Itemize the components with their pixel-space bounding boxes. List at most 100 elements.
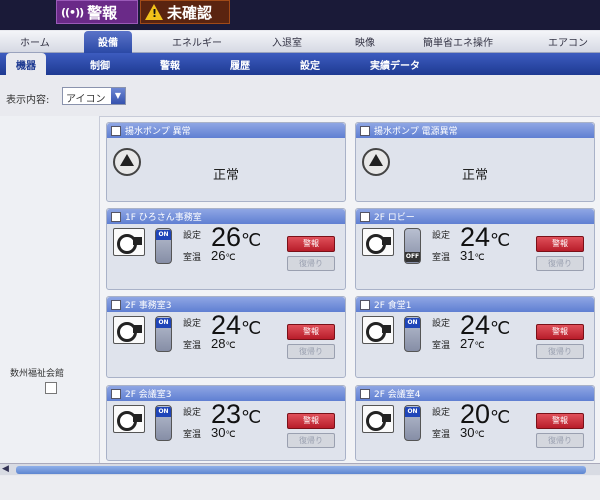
onoff-switch[interactable]: OFF: [404, 228, 421, 264]
pump-status: 正常: [461, 168, 488, 183]
ac-panel: 2F 食堂1 ON 設定 室温 24℃ 27℃ 警報 復帰り: [355, 296, 595, 378]
ac-panel: 2F ロビー OFF 設定 室温 24℃ 31℃ 警報 復帰り: [355, 208, 595, 290]
room-temp-label: 室温: [183, 341, 202, 351]
subtab-performance-data[interactable]: 実績データ: [370, 57, 420, 72]
restore-button[interactable]: 復帰り: [287, 433, 335, 448]
warning-icon: [145, 4, 163, 20]
panel-title: 1F ひろさん事務室: [125, 213, 202, 223]
onoff-switch[interactable]: ON: [155, 405, 172, 441]
tab-video[interactable]: 映像: [355, 34, 375, 49]
tab-energy-saving[interactable]: 簡単省エネ操作: [423, 34, 493, 49]
restore-button[interactable]: 復帰り: [536, 344, 584, 359]
subtab-devices[interactable]: 機器: [6, 53, 46, 75]
alarm-indicator-button[interactable]: 警報: [287, 413, 335, 429]
scrollbar-thumb[interactable]: [16, 466, 586, 474]
tab-energy[interactable]: エネルギー: [172, 34, 222, 49]
room-temp-value: 26℃: [211, 248, 236, 263]
ac-panel: 1F ひろさん事務室 ON 設定 室温 26℃ 26℃ 警報 復帰り: [106, 208, 346, 290]
horizontal-scrollbar[interactable]: ◀: [0, 463, 600, 475]
panel-checkbox[interactable]: [360, 125, 370, 136]
panel-checkbox[interactable]: [360, 211, 370, 222]
display-mode-label: 表示内容:: [6, 95, 50, 106]
alarm-label: 警報: [87, 3, 118, 22]
group-column: [0, 116, 100, 464]
restore-button[interactable]: 復帰り: [287, 344, 335, 359]
subtab-settings[interactable]: 設定: [300, 57, 320, 72]
fan-icon[interactable]: [113, 316, 145, 344]
unacknowledged-label: 未確認: [167, 3, 213, 22]
setpoint-label: 設定: [432, 231, 451, 241]
fan-icon[interactable]: [113, 228, 145, 256]
tab-access[interactable]: 入退室: [272, 34, 302, 49]
onoff-switch[interactable]: ON: [155, 228, 172, 264]
main-tab-bar: ホーム 設備 エネルギー 入退室 映像 簡単省エネ操作 エアコン: [0, 31, 600, 53]
panel-title: 2F 食堂1: [374, 301, 412, 311]
unacknowledged-button[interactable]: 未確認: [140, 0, 230, 24]
chevron-down-icon[interactable]: ▼: [111, 88, 125, 104]
tab-equipment[interactable]: 設備: [84, 31, 132, 53]
panel-checkbox[interactable]: [111, 125, 121, 136]
subtab-history[interactable]: 履歴: [230, 57, 250, 72]
alarm-indicator-button[interactable]: 警報: [536, 236, 584, 252]
alarm-wave-icon: ((•)): [61, 5, 84, 19]
setpoint-label: 設定: [183, 319, 202, 329]
panel-title: 揚水ポンプ 異常: [125, 127, 191, 137]
restore-button[interactable]: 復帰り: [536, 256, 584, 271]
panel-title: 2F ロビー: [374, 213, 415, 223]
panel-title: 揚水ポンプ 電源異常: [374, 127, 458, 137]
ac-panel: 2F 会議室4 ON 設定 室温 20℃ 30℃ 警報 復帰り: [355, 385, 595, 461]
footer: [0, 476, 600, 500]
room-temp-label: 室温: [183, 253, 202, 263]
panel-checkbox[interactable]: [111, 211, 121, 222]
restore-button[interactable]: 復帰り: [287, 256, 335, 271]
panel-header: 揚水ポンプ 異常: [107, 123, 345, 138]
subtab-control[interactable]: 制御: [90, 57, 110, 72]
panel-checkbox[interactable]: [360, 299, 370, 310]
room-temp-value: 27℃: [460, 336, 485, 351]
pump-panel: 揚水ポンプ 電源異常 正常: [355, 122, 595, 202]
onoff-switch[interactable]: ON: [404, 316, 421, 352]
alarm-button[interactable]: ((•)) 警報: [56, 0, 138, 24]
alarm-indicator-button[interactable]: 警報: [287, 236, 335, 252]
panel-checkbox[interactable]: [111, 299, 121, 310]
room-temp-value: 28℃: [211, 336, 236, 351]
restore-button[interactable]: 復帰り: [536, 433, 584, 448]
room-temp-label: 室温: [432, 430, 451, 440]
ac-panel: 2F 事務室3 ON 設定 室温 24℃ 28℃ 警報 復帰り: [106, 296, 346, 378]
room-temp-value: 30℃: [211, 425, 236, 440]
onoff-switch[interactable]: ON: [155, 316, 172, 352]
setpoint-label: 設定: [432, 319, 451, 329]
panel-title: 2F 事務室3: [125, 301, 172, 311]
onoff-switch[interactable]: ON: [404, 405, 421, 441]
setpoint-label: 設定: [183, 408, 202, 418]
group-checkbox[interactable]: [45, 382, 57, 394]
fan-icon[interactable]: [362, 228, 394, 256]
panel-checkbox[interactable]: [111, 388, 121, 399]
fan-icon[interactable]: [113, 405, 145, 433]
alarm-indicator-button[interactable]: 警報: [536, 413, 584, 429]
alarm-bar: ((•)) 警報 未確認: [0, 0, 600, 30]
pump-panel: 揚水ポンプ 異常 正常: [106, 122, 346, 202]
sub-tab-bar: 機器 制御 警報 履歴 設定 実績データ: [0, 53, 600, 75]
setpoint-label: 設定: [183, 231, 202, 241]
display-mode-select[interactable]: アイコン ▼: [62, 87, 126, 105]
tab-home[interactable]: ホーム: [20, 34, 50, 49]
panel-title: 2F 会議室3: [125, 390, 172, 400]
ac-panel: 2F 会議室3 ON 設定 室温 23℃ 30℃ 警報 復帰り: [106, 385, 346, 461]
panel-checkbox[interactable]: [360, 388, 370, 399]
room-temp-label: 室温: [432, 253, 451, 263]
fan-icon[interactable]: [362, 405, 394, 433]
alarm-indicator-button[interactable]: 警報: [287, 324, 335, 340]
room-temp-value: 31℃: [460, 248, 485, 263]
alarm-indicator-button[interactable]: 警報: [536, 324, 584, 340]
subtab-alarm[interactable]: 警報: [160, 57, 180, 72]
room-temp-label: 室温: [432, 341, 451, 351]
group-label: 数州福祉会館: [10, 369, 65, 379]
display-mode-value: アイコン: [66, 94, 106, 105]
room-temp-value: 30℃: [460, 425, 485, 440]
pump-status: 正常: [212, 168, 239, 183]
fan-icon[interactable]: [362, 316, 394, 344]
tab-aircon[interactable]: エアコン: [548, 34, 588, 49]
scroll-left-icon[interactable]: ◀: [2, 464, 9, 474]
setpoint-label: 設定: [432, 408, 451, 418]
